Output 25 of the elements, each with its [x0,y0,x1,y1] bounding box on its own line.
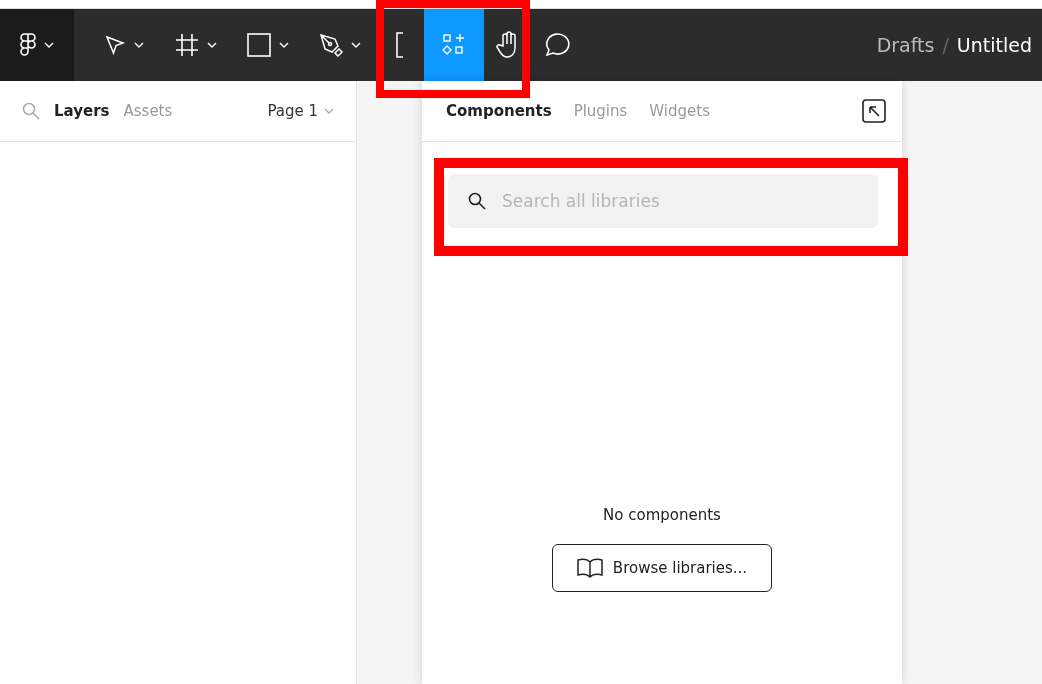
resources-tab[interactable]: Components [446,102,552,120]
caret-icon [351,42,361,48]
breadcrumb-separator: / [942,34,949,56]
caret-icon [279,42,289,48]
arrow-up-left-icon[interactable] [862,99,886,123]
square-icon [247,33,271,57]
text-cursor-icon [395,32,405,58]
main-menu-button[interactable] [0,9,74,81]
page-selector[interactable]: Page 1 [267,102,334,120]
panel-tab[interactable]: Layers [54,102,110,120]
breadcrumb-folder[interactable]: Drafts [876,34,935,56]
file-name[interactable]: Untitled [956,34,1032,56]
caret-icon [134,42,144,48]
logo-icon [20,33,36,57]
hash-icon [175,33,199,57]
pen-icon [319,33,343,57]
search-field[interactable]: Search all libraries [448,174,878,228]
empty-message: No components [603,506,721,524]
browse-libraries-button[interactable]: Browse libraries... [552,544,772,592]
caret-icon [44,42,54,48]
components-icon [442,33,466,57]
caret-icon [324,108,334,114]
caret-icon [207,42,217,48]
pointer-icon [104,34,126,56]
book-icon [576,558,603,578]
